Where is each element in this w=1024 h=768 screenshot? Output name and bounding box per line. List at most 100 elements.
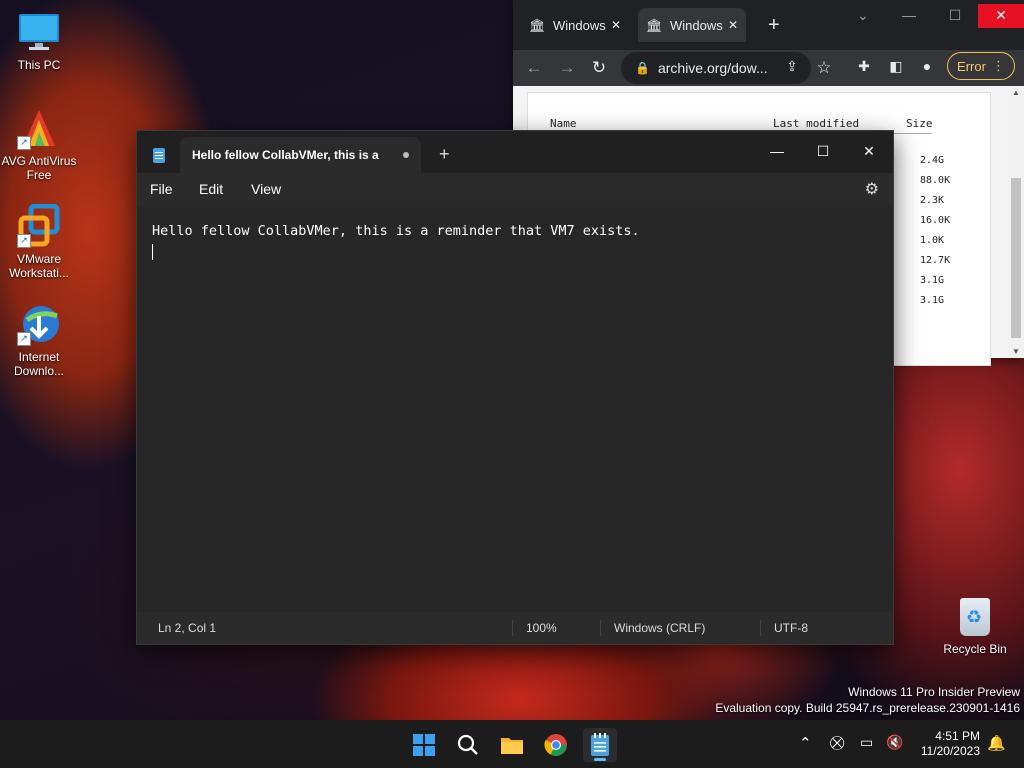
recycle-bin-icon xyxy=(960,598,990,636)
notepad-icon xyxy=(153,148,165,163)
volume-muted-icon[interactable]: 🔇 xyxy=(886,734,903,751)
text-editor[interactable]: Hello fellow CollabVMer, this is a remin… xyxy=(137,205,893,612)
scroll-up-icon[interactable]: ▲ xyxy=(1008,88,1024,97)
editor-text[interactable]: Hello fellow CollabVMer, this is a remin… xyxy=(152,223,640,239)
maximize-button[interactable]: ☐ xyxy=(932,4,978,28)
notepad-title-bar: Hello fellow CollabVMer, this is a + — ☐… xyxy=(137,131,893,173)
notepad-icon[interactable] xyxy=(583,728,617,762)
column-header-size[interactable]: Size xyxy=(906,117,933,130)
profile-icon[interactable]: ● xyxy=(916,58,938,74)
settings-gear-icon[interactable]: ⚙ xyxy=(865,179,879,199)
status-bar: Ln 2, Col 1 100% Windows (CRLF) UTF-8 xyxy=(137,612,893,644)
status-encoding: UTF-8 xyxy=(774,621,808,635)
close-tab-icon[interactable]: ✕ xyxy=(611,18,621,32)
file-explorer-icon[interactable] xyxy=(495,728,529,762)
os-watermark: Windows 11 Pro Insider Preview Evaluatio… xyxy=(715,684,1020,716)
scrollbar-thumb[interactable] xyxy=(1011,178,1021,338)
back-icon[interactable]: ← xyxy=(523,58,545,78)
share-icon[interactable]: ⇪ xyxy=(781,58,803,75)
address-text: archive.org/dow... xyxy=(657,60,768,76)
shortcut-arrow-icon: ↗ xyxy=(17,234,31,248)
file-size: 88.0K xyxy=(920,175,951,186)
menu-edit[interactable]: Edit xyxy=(199,181,223,197)
column-header-name[interactable]: Name xyxy=(550,117,577,130)
start-icon[interactable] xyxy=(407,728,441,762)
desktop-icon-avg[interactable]: ↗ AVG AntiVirus Free xyxy=(1,106,77,182)
shortcut-arrow-icon: ↗ xyxy=(17,136,31,150)
side-panel-icon[interactable]: ◧ xyxy=(885,58,907,75)
desktop-icon-label: AVG AntiVirus Free xyxy=(1,154,77,182)
page-scrollbar[interactable]: ▲ ▼ xyxy=(1008,86,1024,358)
maximize-button[interactable]: ☐ xyxy=(801,137,845,165)
tab-search-button[interactable]: ⌄ xyxy=(840,4,886,28)
desktop-icon-idm[interactable]: ↗ Internet Downlo... xyxy=(1,302,77,378)
notification-bell-icon[interactable]: 🔔 xyxy=(987,734,1006,752)
browser-tab-label: Windows xyxy=(553,17,606,33)
file-size: 1.0K xyxy=(920,235,945,246)
text-caret xyxy=(152,244,153,260)
taskbar: ⌃ ⛒ ▭ 🔇 4:51 PM 11/20/2023 🔔 xyxy=(0,720,1024,768)
desktop-icon-this-pc[interactable]: This PC xyxy=(1,10,77,72)
minimize-button[interactable]: — xyxy=(755,137,799,165)
watermark-line: Windows 11 Pro Insider Preview xyxy=(848,685,1020,699)
status-position: Ln 2, Col 1 xyxy=(158,621,217,635)
notepad-tab-title: Hello fellow CollabVMer, this is a xyxy=(192,148,379,162)
desktop-icon-label: Recycle Bin xyxy=(943,642,1007,656)
file-size: 3.1G xyxy=(920,295,945,306)
bookmark-star-icon[interactable]: ☆ xyxy=(813,58,835,78)
menu-file[interactable]: File xyxy=(150,181,173,197)
file-size: 3.1G xyxy=(920,275,945,286)
divider xyxy=(512,620,513,636)
file-size: 2.4G xyxy=(920,155,945,166)
display-icon[interactable]: ▭ xyxy=(860,734,873,751)
divider xyxy=(600,620,601,636)
new-tab-button[interactable]: + xyxy=(768,14,780,37)
desktop-icon-recycle-bin[interactable]: Recycle Bin xyxy=(940,598,1010,656)
more-menu-icon: ⋮ xyxy=(991,58,1005,73)
menu-bar: File Edit View ⚙ xyxy=(137,173,893,206)
idm-icon: ↗ xyxy=(17,302,61,346)
desktop-icon-label: This PC xyxy=(17,58,61,72)
browser-tab-active[interactable]: 🏛 Windows ✕ xyxy=(638,8,746,42)
error-label: Error xyxy=(957,58,986,74)
close-button[interactable]: ✕ xyxy=(847,137,891,165)
file-size: 2.3K xyxy=(920,195,945,206)
archive-icon: 🏛 xyxy=(646,18,663,33)
chevron-up-icon[interactable]: ⌃ xyxy=(799,734,812,752)
status-zoom: 100% xyxy=(526,621,557,635)
monitor-icon xyxy=(17,10,61,54)
lock-icon: 🔒 xyxy=(635,61,650,75)
system-clock[interactable]: 4:51 PM 11/20/2023 xyxy=(921,729,980,759)
divider xyxy=(760,620,761,636)
close-button[interactable]: ✕ xyxy=(978,4,1024,28)
error-button[interactable]: Error ⋮ xyxy=(947,52,1015,80)
vmware-icon: ↗ xyxy=(17,203,61,248)
shortcut-arrow-icon: ↗ xyxy=(17,332,31,346)
browser-tab-strip: 🏛 Windows ✕ 🏛 Windows ✕ + ⌄ — ☐ ✕ xyxy=(513,0,1024,50)
avg-icon: ↗ xyxy=(17,106,61,150)
column-header-modified[interactable]: Last modified xyxy=(773,117,859,130)
extensions-icon[interactable]: ✚ xyxy=(853,58,875,75)
scroll-down-icon[interactable]: ▼ xyxy=(1008,347,1024,356)
desktop-icon-vmware[interactable]: ↗ VMware Workstati... xyxy=(1,203,77,280)
chrome-icon[interactable] xyxy=(539,728,573,762)
network-offline-icon[interactable]: ⛒ xyxy=(830,734,844,751)
browser-tab-label: Windows xyxy=(670,17,723,33)
reload-icon[interactable]: ↻ xyxy=(588,58,610,78)
clock-time: 4:51 PM xyxy=(935,729,980,743)
close-tab-icon[interactable]: ✕ xyxy=(728,18,738,32)
new-tab-button[interactable]: + xyxy=(439,144,450,165)
menu-view[interactable]: View xyxy=(251,181,281,197)
browser-tab[interactable]: 🏛 Windows ✕ xyxy=(521,8,629,42)
desktop-icon-label: VMware Workstati... xyxy=(9,252,69,280)
notepad-tab[interactable]: Hello fellow CollabVMer, this is a xyxy=(180,137,421,173)
clock-date: 11/20/2023 xyxy=(920,744,980,758)
notepad-window[interactable]: Hello fellow CollabVMer, this is a + — ☐… xyxy=(136,130,894,645)
forward-icon[interactable]: → xyxy=(556,58,578,78)
search-icon[interactable] xyxy=(451,728,485,762)
watermark-line: Evaluation copy. Build 25947.rs_prerelea… xyxy=(715,701,1020,715)
file-size: 12.7K xyxy=(920,255,951,266)
unsaved-dot-icon[interactable] xyxy=(403,152,409,158)
archive-icon: 🏛 xyxy=(529,18,546,33)
minimize-button[interactable]: — xyxy=(886,4,932,28)
